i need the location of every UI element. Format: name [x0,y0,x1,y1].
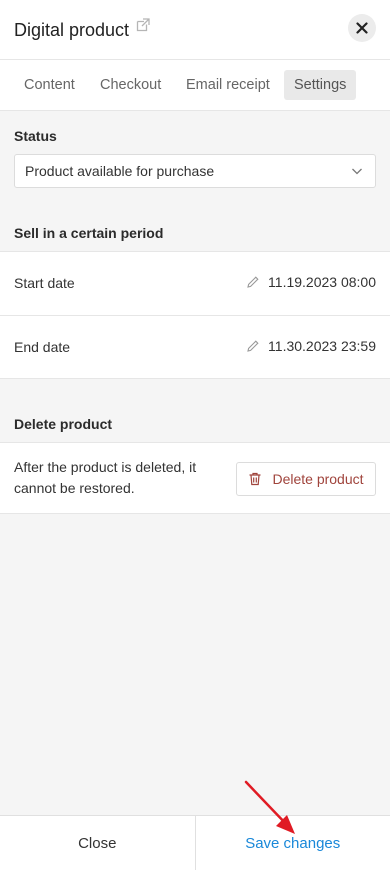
page-title: Digital product [14,20,130,40]
tab-content[interactable]: Content [24,70,75,100]
tab-checkout[interactable]: Checkout [100,70,161,100]
delete-warning-text: After the product is deleted, it cannot … [14,459,197,496]
end-date-label: End date [14,339,71,355]
end-date-row: End date 11.30.2023 23:59 [0,315,390,379]
tab-email-receipt[interactable]: Email receipt [186,70,270,100]
delete-product-label: Delete product [272,471,364,487]
delete-product-row: After the product is deleted, it cannot … [0,442,390,514]
start-date-label: Start date [14,275,75,291]
delete-product-button[interactable]: Delete product [236,462,376,496]
period-heading: Sell in a certain period [14,225,164,241]
end-date-value[interactable]: 11.30.2023 23:59 [246,338,376,354]
start-date-text: 11.19.2023 08:00 [268,274,376,290]
start-date-row: Start date 11.19.2023 08:00 [0,251,390,315]
end-date-text: 11.30.2023 23:59 [268,338,376,354]
external-link-icon[interactable] [135,17,151,33]
title-wrap: Digital product [14,18,151,42]
pencil-icon [247,340,259,352]
trash-icon [249,472,261,486]
close-icon [356,22,368,34]
status-select[interactable]: Product available for purchase [14,154,376,188]
panel-header: Digital product [0,0,390,60]
footer-bar: Close Save changes [0,815,390,870]
tab-bar: Content Checkout Email receipt Settings [0,60,390,111]
status-heading: Status [14,128,57,144]
start-date-value[interactable]: 11.19.2023 08:00 [246,274,376,290]
status-selected-value: Product available for purchase [25,163,215,179]
chevron-down-icon [352,168,362,175]
save-changes-button[interactable]: Save changes [196,816,390,870]
delete-heading: Delete product [14,416,113,432]
tab-settings[interactable]: Settings [284,70,357,100]
close-button[interactable] [348,14,376,42]
pencil-icon [247,276,259,288]
close-footer-button[interactable]: Close [0,816,196,870]
